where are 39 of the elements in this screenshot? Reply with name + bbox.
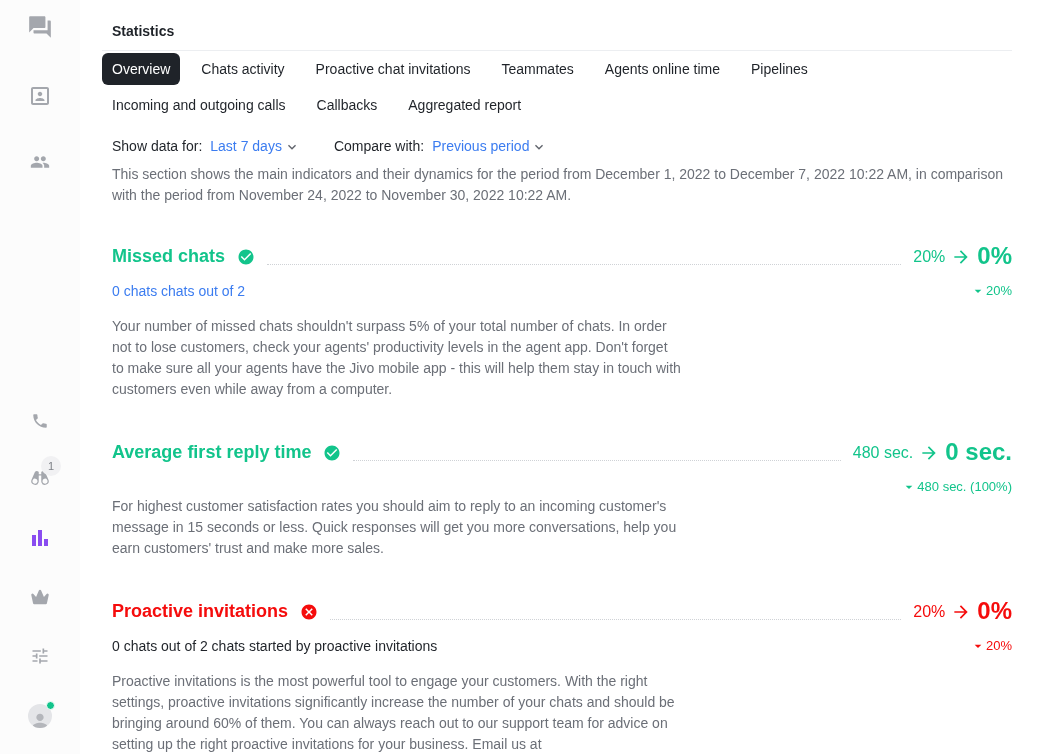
tab[interactable]: Callbacks	[306, 89, 388, 121]
metric-description: Proactive invitations is the most powerful tool to engage your customers. With the right settings, proactive invitations significantly increase the number of your chats and should be bringing around 60% of them. You can always reach out to our support team for advice on setting up the right proactive invitations for your business. Email us at	[112, 672, 676, 754]
current-value: 0 sec.	[945, 438, 1012, 466]
tab[interactable]: Pipelines	[741, 53, 818, 85]
notification-badge: 1	[41, 456, 61, 476]
tab[interactable]: Aggregated report	[398, 89, 532, 121]
metric-title: Average first reply time	[112, 441, 312, 464]
page-title: Statistics	[112, 22, 176, 41]
tab[interactable]: Agents online time	[594, 53, 730, 85]
tab[interactable]: Incoming and outgoing calls	[102, 89, 296, 121]
change-value: 480 sec. (100%)	[917, 478, 1012, 497]
metric-description: Your number of missed chats shouldn't surpass 5% of your total number of chats. In order not to lose customers, check your agents' productivity levels in the agent app. Don't forget to make sure all your agents have the Jivo mobile app - this will help them stay in touch with customers even while away from a computer.	[112, 317, 682, 399]
metric-title: Missed chats	[112, 245, 226, 268]
previous-value: 20%	[913, 602, 946, 622]
previous-value: 20%	[913, 247, 946, 267]
current-value: 0%	[977, 597, 1012, 625]
phone-icon[interactable]	[31, 412, 49, 430]
tab[interactable]: Overview	[102, 53, 181, 85]
binoculars-icon[interactable]	[30, 468, 50, 488]
filter-label: Compare with:	[333, 137, 425, 156]
filter-label: Show data for:	[112, 137, 203, 156]
period-dropdown[interactable]: Previous period	[432, 136, 548, 157]
current-value: 0%	[977, 242, 1012, 270]
tab[interactable]: Proactive chat invitations	[305, 53, 481, 85]
tab[interactable]: Chats activity	[191, 53, 295, 85]
contact-card-icon[interactable]	[28, 84, 52, 108]
avatar[interactable]	[28, 704, 52, 728]
chat-bubbles-icon[interactable]	[27, 14, 53, 40]
period-dropdown[interactable]: Last 7 days	[210, 136, 300, 157]
metric-subtitle: 0 chats out of 2 chats started by proactive invitations	[112, 636, 438, 656]
previous-value: 480 sec.	[852, 443, 914, 463]
change-value: 20%	[985, 282, 1012, 301]
tab[interactable]: Teammates	[491, 53, 584, 85]
intro-text: This section shows the main indicators and their dynamics for the period from December 1, 2022 to December 7, 2022 10:22 AM, in comparison with the period from November 24, 2022 to November 30, 2022 10:22 AM.	[112, 165, 1004, 205]
chats-link[interactable]: 0 chats chats out of 2	[112, 280, 246, 302]
metric-description: For highest customer satisfaction rates you should aim to reply to an incoming customer's message in 15 seconds or less. Quick responses will get you more conversations, help you earn customers' trust and make more sales.	[112, 497, 678, 558]
metric-title: Proactive invitations	[112, 600, 289, 623]
sliders-icon[interactable]	[30, 646, 50, 666]
change-value: 20%	[985, 637, 1012, 656]
